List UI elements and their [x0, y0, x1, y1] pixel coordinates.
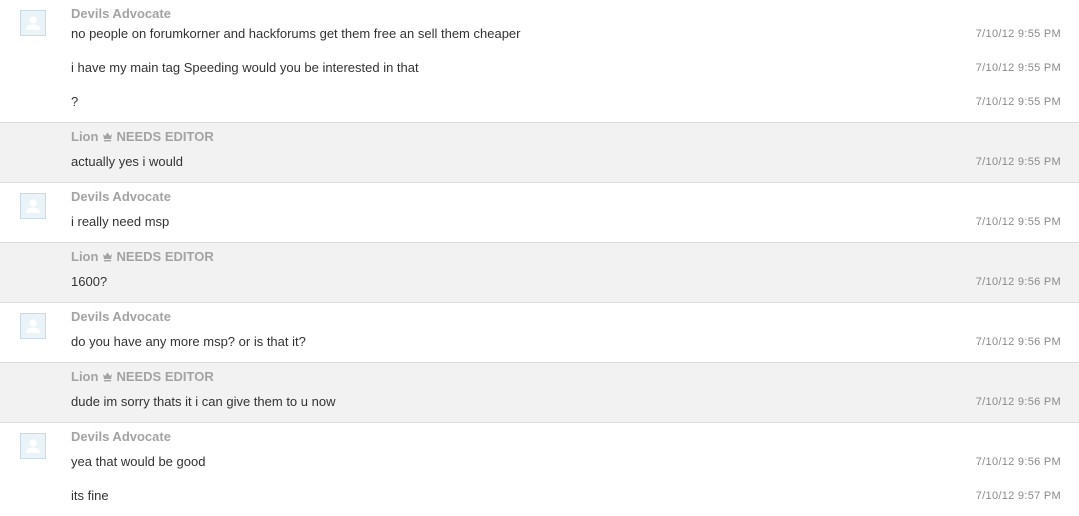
message-row: i have my main tag Speeding would you be… — [0, 59, 1079, 77]
message-group: Devils Advocate i really need msp 7/10/1… — [0, 183, 1079, 243]
message-row: no people on forumkorner and hackforums … — [0, 25, 1079, 43]
sender-name[interactable]: Devils Advocate — [71, 189, 171, 205]
crown-icon — [103, 372, 113, 382]
sender-label: Lion — [71, 369, 99, 384]
message-row: its fine 7/10/12 9:57 PM — [0, 487, 1079, 505]
crown-icon — [103, 252, 113, 262]
sender-label: Devils Advocate — [71, 189, 171, 204]
message-row: yea that would be good 7/10/12 9:56 PM — [0, 453, 1079, 471]
message-row: dude im sorry thats it i can give them t… — [0, 393, 1079, 411]
message-row: actually yes i would 7/10/12 9:55 PM — [0, 153, 1079, 171]
message-timestamp: 7/10/12 9:57 PM — [975, 490, 1061, 502]
message-group: Lion NEEDS EDITOR actually yes i would 7/… — [0, 123, 1079, 183]
message-timestamp: 7/10/12 9:55 PM — [975, 62, 1061, 74]
message-row: do you have any more msp? or is that it?… — [0, 333, 1079, 351]
message-text: ? — [71, 94, 79, 109]
message-timestamp: 7/10/12 9:55 PM — [975, 156, 1061, 168]
message-timestamp: 7/10/12 9:56 PM — [975, 456, 1061, 468]
message-group: Lion NEEDS EDITOR dude im sorry thats it … — [0, 363, 1079, 423]
message-text: no people on forumkorner and hackforums … — [71, 26, 521, 41]
sender-label: Devils Advocate — [71, 6, 171, 21]
crown-icon — [103, 132, 113, 142]
message-row: 1600? 7/10/12 9:56 PM — [0, 273, 1079, 291]
chat-transcript: Devils Advocate no people on forumkorner… — [0, 0, 1079, 516]
message-text: its fine — [71, 488, 109, 503]
message-timestamp: 7/10/12 9:55 PM — [975, 28, 1061, 40]
message-row: i really need msp 7/10/12 9:55 PM — [0, 213, 1079, 231]
status-badge: NEEDS EDITOR — [116, 249, 214, 264]
message-group: Devils Advocate do you have any more msp… — [0, 303, 1079, 363]
message-text: i really need msp — [71, 214, 170, 229]
message-text: yea that would be good — [71, 454, 206, 469]
message-timestamp: 7/10/12 9:55 PM — [975, 96, 1061, 108]
message-text: dude im sorry thats it i can give them t… — [71, 394, 336, 409]
message-timestamp: 7/10/12 9:56 PM — [975, 396, 1061, 408]
message-group: Devils Advocate no people on forumkorner… — [0, 0, 1079, 123]
sender-name[interactable]: Lion NEEDS EDITOR — [71, 129, 214, 145]
message-timestamp: 7/10/12 9:55 PM — [975, 216, 1061, 228]
message-timestamp: 7/10/12 9:56 PM — [975, 276, 1061, 288]
sender-label: Devils Advocate — [71, 429, 171, 444]
sender-label: Devils Advocate — [71, 309, 171, 324]
sender-name[interactable]: Lion NEEDS EDITOR — [71, 369, 214, 385]
sender-name[interactable]: Devils Advocate — [71, 6, 171, 22]
sender-name[interactable]: Devils Advocate — [71, 309, 171, 325]
message-row: ? 7/10/12 9:55 PM — [0, 93, 1079, 111]
sender-label: Lion — [71, 129, 99, 144]
message-group: Devils Advocate yea that would be good 7… — [0, 423, 1079, 516]
status-badge: NEEDS EDITOR — [116, 369, 214, 384]
message-text: do you have any more msp? or is that it? — [71, 334, 306, 349]
message-timestamp: 7/10/12 9:56 PM — [975, 336, 1061, 348]
sender-name[interactable]: Devils Advocate — [71, 429, 171, 445]
sender-label: Lion — [71, 249, 99, 264]
sender-name[interactable]: Lion NEEDS EDITOR — [71, 249, 214, 265]
message-text: 1600? — [71, 274, 108, 289]
message-group: Lion NEEDS EDITOR 1600? 7/10/12 9:56 PM — [0, 243, 1079, 303]
message-text: actually yes i would — [71, 154, 183, 169]
status-badge: NEEDS EDITOR — [116, 129, 214, 144]
message-text: i have my main tag Speeding would you be… — [71, 60, 419, 75]
